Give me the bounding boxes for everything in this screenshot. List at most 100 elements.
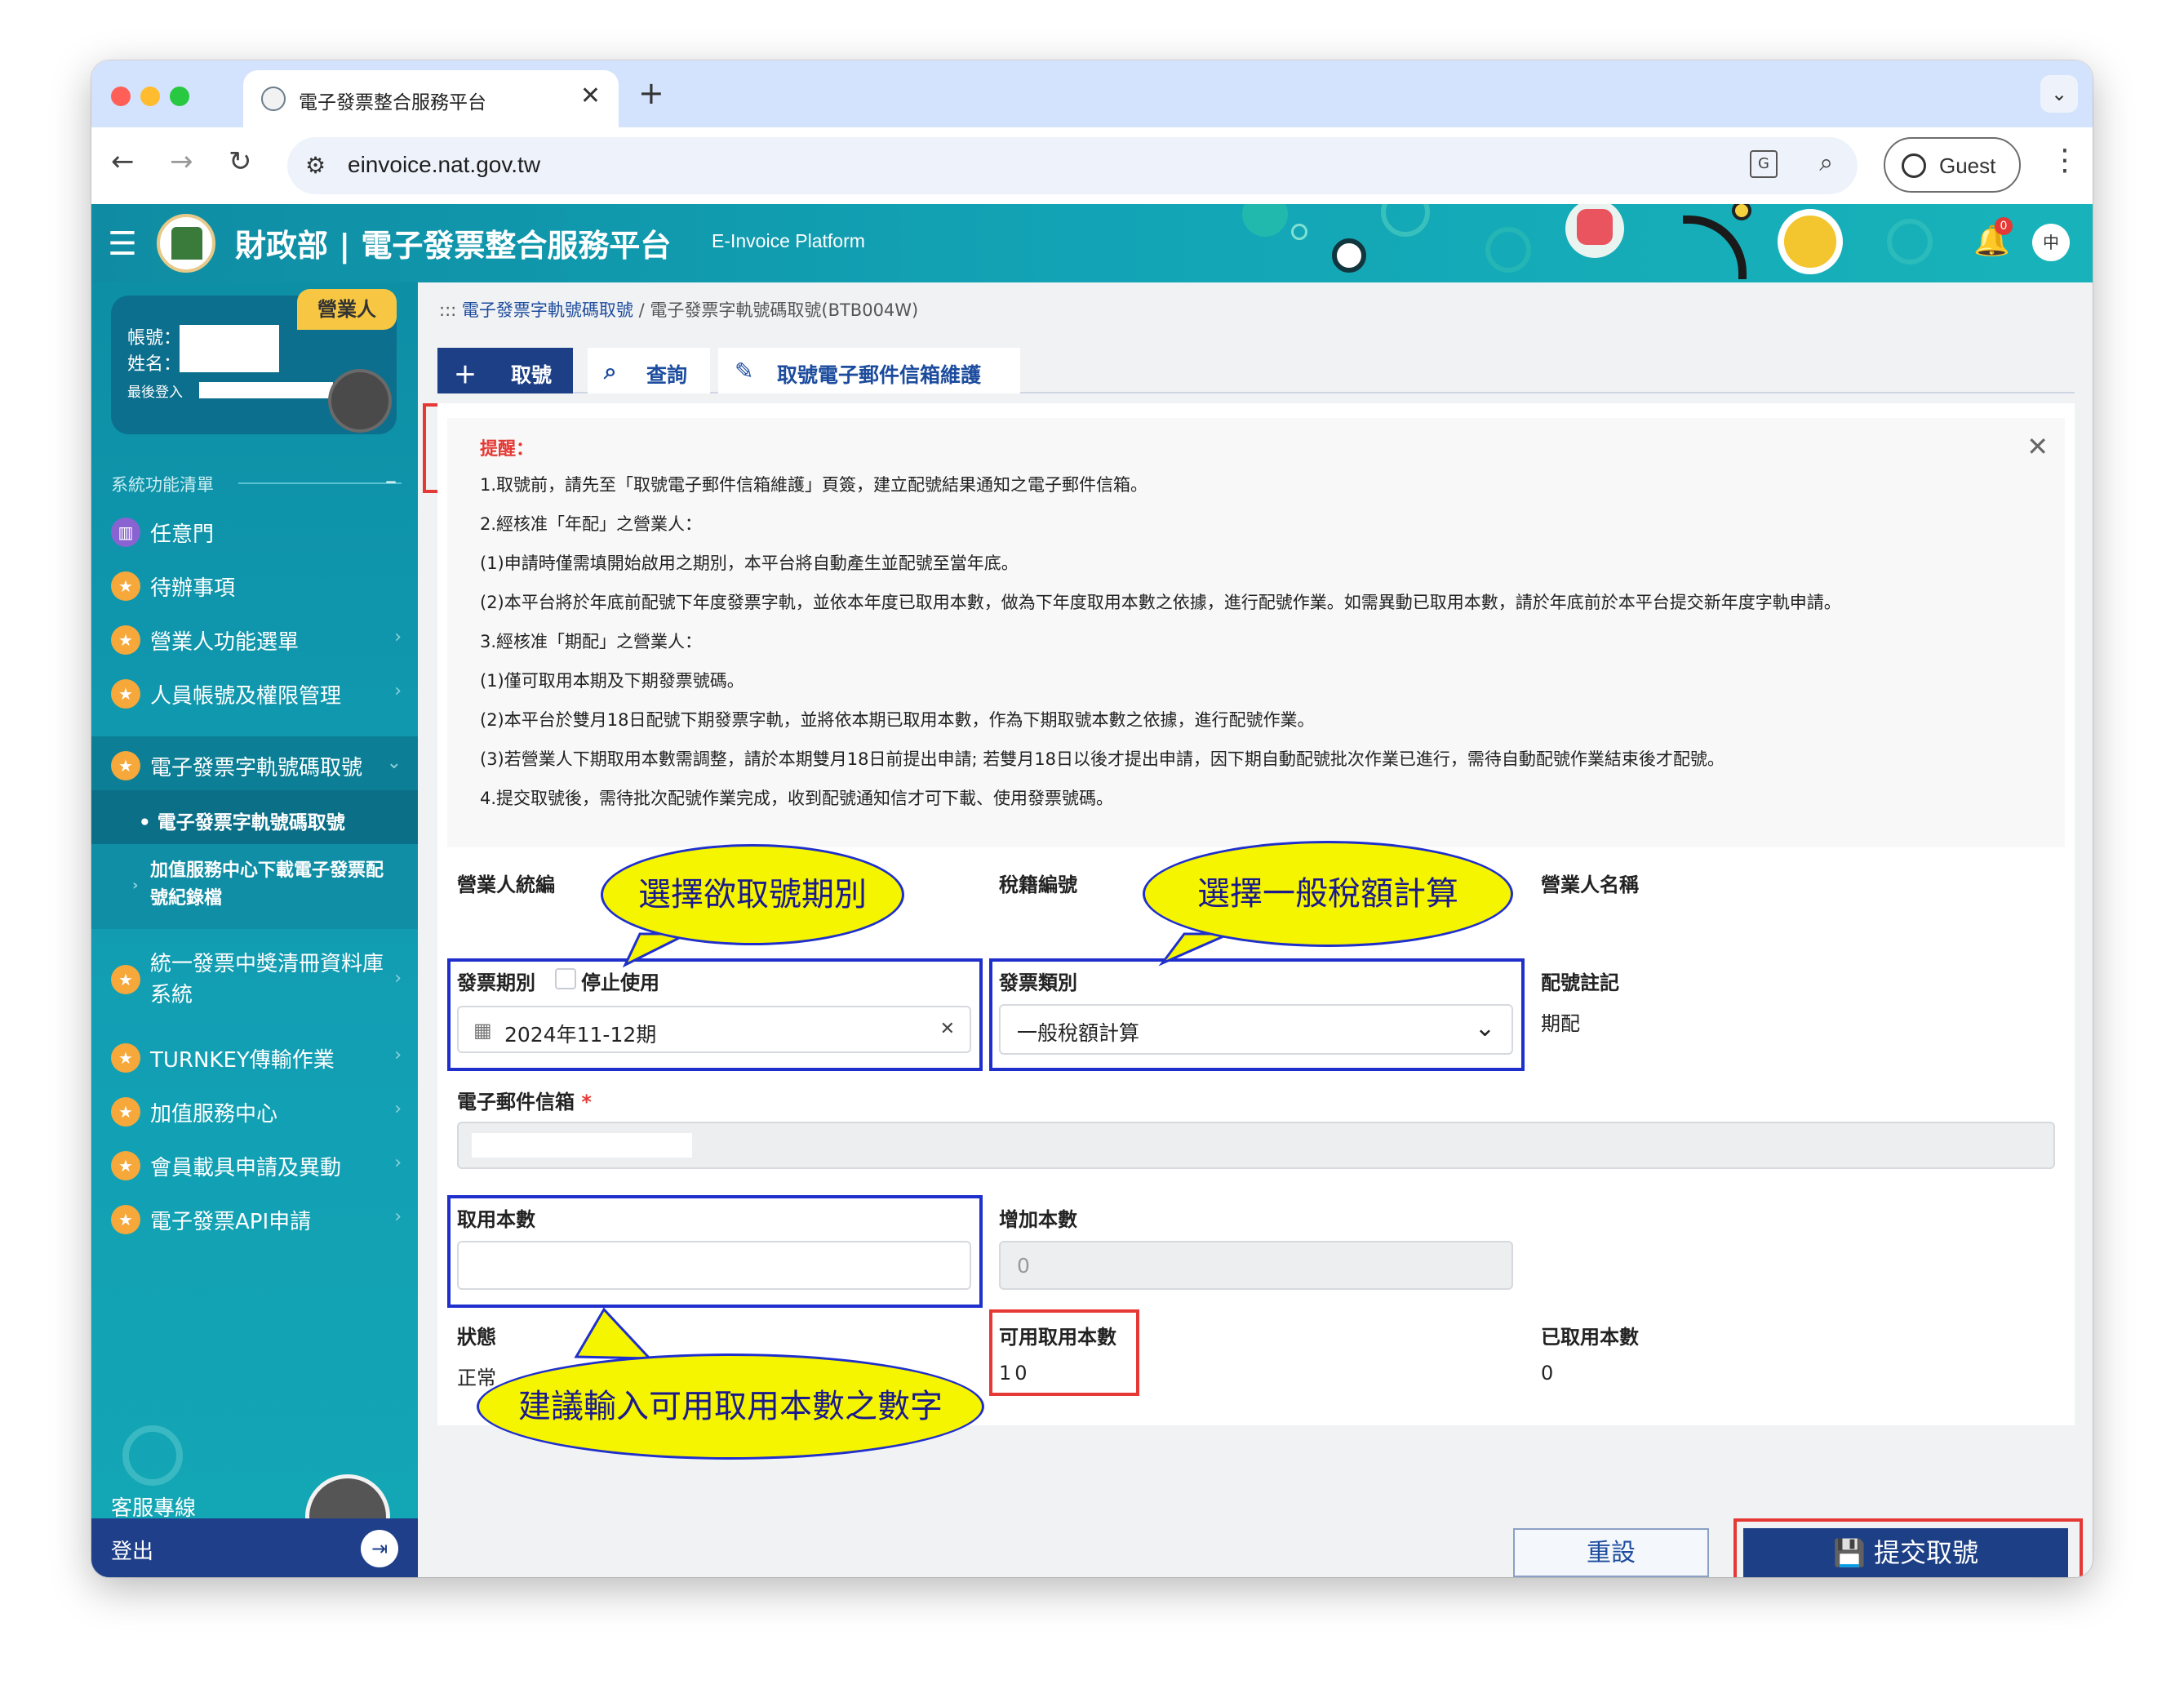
user-card: 營業人 帳號： 姓名： 最後登入 — [111, 289, 397, 434]
browser-tab[interactable]: 電子發票整合服務平台 ✕ — [243, 70, 619, 127]
tab-search-chevron-icon[interactable]: ⌄ — [2040, 75, 2078, 113]
chevron-right-icon: › — [394, 1099, 402, 1119]
sidebar-item-track-number[interactable]: ★ 電子發票字軌號碼取號 ⌄ — [91, 736, 418, 790]
account-label: 帳號： — [127, 328, 182, 349]
star-icon: ★ — [111, 1097, 140, 1127]
gold-coin-icon — [1778, 209, 1843, 274]
star-icon: ★ — [111, 1205, 140, 1234]
site-subtitle: E-Invoice Platform — [712, 230, 865, 251]
mascot-bear-icon — [328, 369, 392, 433]
sidebar-item-lottery-db[interactable]: ★ 統一發票中獎清冊資料庫系統 › — [91, 942, 418, 1016]
url-text[interactable]: einvoice.nat.gov.tw — [348, 152, 540, 178]
chevron-right-icon: › — [394, 1045, 402, 1065]
role-badge: 營業人 — [297, 289, 397, 330]
forward-arrow-icon[interactable]: → — [170, 145, 193, 178]
breadcrumb: ::: 電子發票字軌號碼取號 / 電子發票字軌號碼取號(BTB004W) — [439, 300, 919, 320]
menu-section-title: 系統功能清單 — [111, 475, 214, 495]
sidebar-item-anydoor[interactable]: ▥ 任意門 — [91, 503, 418, 557]
name-label: 姓名： — [127, 354, 182, 375]
sidebar-item-value-added[interactable]: ★ 加值服務中心 › — [91, 1082, 418, 1136]
redacted-account — [180, 325, 279, 372]
minimize-window-dot[interactable] — [140, 87, 160, 106]
browser-tab-bar: 電子發票整合服務平台 ✕ + ⌄ — [91, 60, 2093, 127]
invoice-app-icon — [1577, 209, 1613, 245]
chevron-right-icon: › — [394, 1153, 402, 1173]
reload-icon[interactable]: ↻ — [229, 145, 252, 178]
search-icon: ⌕ — [604, 358, 617, 384]
sidebar-subitem-track-number[interactable]: • 電子發票字軌號碼取號 — [91, 790, 418, 844]
callout-tail-tax-type — [1158, 932, 1230, 967]
star-icon: ★ — [111, 1043, 140, 1073]
main-content: ::: 電子發票字軌號碼取號 / 電子發票字軌號碼取號(BTB004W) ＋ 取… — [418, 282, 2093, 1577]
translate-icon[interactable]: G — [1750, 150, 1778, 178]
decor-circle — [122, 1425, 183, 1486]
tab-take-number[interactable]: ＋ 取號 — [437, 348, 573, 393]
star-icon: ★ — [111, 1151, 140, 1180]
sidebar-subitem-download-log[interactable]: › 加值服務中心下載電子發票配號紀錄檔 — [91, 844, 418, 929]
callout-tail-quantity — [574, 1307, 653, 1360]
callout-period: 選擇欲取號期別 — [601, 844, 904, 945]
star-icon: ★ — [111, 751, 140, 780]
logout-label: 登出 — [111, 1540, 154, 1564]
form-panel: ✕ 提醒： 1.取號前，請先至「取號電子郵件信箱維護」頁簽，建立配號結果通知之電… — [437, 403, 2075, 1460]
hamburger-menu-icon[interactable]: ☰ — [108, 225, 137, 263]
breadcrumb-parent[interactable]: 電子發票字軌號碼取號 — [462, 300, 633, 320]
last-login-label: 最後登入 — [127, 384, 183, 401]
address-bar[interactable]: ⚙ einvoice.nat.gov.tw G ⌕ — [287, 137, 1858, 194]
logout-button[interactable]: 登出 ⇥ — [91, 1518, 418, 1577]
callout-quantity: 建議輸入可用取用本數之數字 — [477, 1354, 984, 1460]
breadcrumb-current: 電子發票字軌號碼取號(BTB004W) — [650, 300, 919, 320]
site-favicon-icon — [261, 87, 286, 111]
site-settings-icon[interactable]: ⚙ — [305, 152, 326, 179]
new-tab-icon[interactable]: + — [638, 75, 664, 111]
collapse-menu-icon[interactable]: – — [385, 467, 397, 494]
ministry-logo — [157, 214, 215, 273]
tab-title: 電子發票整合服務平台 — [299, 92, 486, 113]
sidebar-item-accounts[interactable]: ★ 人員帳號及權限管理 › — [91, 665, 418, 718]
browser-menu-icon[interactable]: ⋮ — [2050, 144, 2080, 177]
chevron-right-icon: › — [132, 877, 139, 894]
maximize-window-dot[interactable] — [170, 87, 189, 106]
edit-icon: ✎ — [735, 358, 754, 384]
chevron-right-icon: › — [394, 681, 402, 701]
chevron-down-icon: ⌄ — [386, 753, 402, 773]
browser-window: 電子發票整合服務平台 ✕ + ⌄ ← → ↻ ⚙ einvoice.nat.go… — [91, 60, 2093, 1577]
site-brand: 財政部 | 電子發票整合服務平台 — [235, 228, 672, 264]
tab-email-maintenance[interactable]: ✎ 取號電子郵件信箱維護 — [718, 348, 1020, 393]
sidebar: 營業人 帳號： 姓名： 最後登入 系統功能清單 – ▥ 任意門 ★ 待辦事項 ★… — [91, 282, 418, 1577]
close-window-dot[interactable] — [111, 87, 131, 106]
callout-tax-type: 選擇一般稅額計算 — [1143, 841, 1513, 947]
zoom-icon[interactable]: ⌕ — [1819, 149, 1833, 177]
browser-toolbar: ← → ↻ ⚙ einvoice.nat.gov.tw G ⌕ Guest ⋮ — [91, 127, 2093, 204]
decor-circle — [1242, 204, 1288, 237]
menu-section-divider — [238, 482, 402, 484]
chevron-right-icon: › — [394, 627, 402, 647]
star-icon: ★ — [111, 625, 140, 655]
decor-dot — [1732, 204, 1751, 220]
sidebar-item-carrier[interactable]: ★ 會員載具申請及異動 › — [91, 1136, 418, 1190]
profile-avatar-icon — [1902, 153, 1926, 178]
decor-circle — [1485, 227, 1531, 273]
sidebar-item-turnkey[interactable]: ★ TURNKEY傳輸作業 › — [91, 1029, 418, 1082]
sidebar-item-todo[interactable]: ★ 待辦事項 — [91, 557, 418, 611]
language-button[interactable]: 中 — [2032, 224, 2070, 261]
reset-button[interactable]: 重設 — [1513, 1528, 1709, 1577]
close-tab-icon[interactable]: ✕ — [580, 82, 601, 110]
chevron-right-icon: › — [394, 1207, 402, 1227]
logout-icon: ⇥ — [361, 1530, 398, 1567]
notification-badge: 0 — [1995, 217, 2013, 235]
sidebar-item-business-menu[interactable]: ★ 營業人功能選單 › — [91, 611, 418, 665]
back-arrow-icon[interactable]: ← — [111, 145, 135, 178]
decor-circle — [1887, 219, 1933, 264]
redacted-last-login — [199, 382, 333, 398]
star-icon: ★ — [111, 965, 140, 994]
coin-icon — [1332, 238, 1366, 273]
tab-query[interactable]: ⌕ 查詢 — [588, 348, 710, 393]
profile-button[interactable]: Guest — [1884, 137, 2021, 193]
plus-icon: ＋ — [454, 362, 477, 389]
decor-circle — [1381, 204, 1430, 237]
map-icon: ▥ — [111, 518, 140, 547]
sidebar-item-api[interactable]: ★ 電子發票API申請 › — [91, 1190, 418, 1244]
chevron-right-icon: › — [394, 968, 402, 989]
annotation-highlight-submit — [1733, 1518, 2083, 1577]
